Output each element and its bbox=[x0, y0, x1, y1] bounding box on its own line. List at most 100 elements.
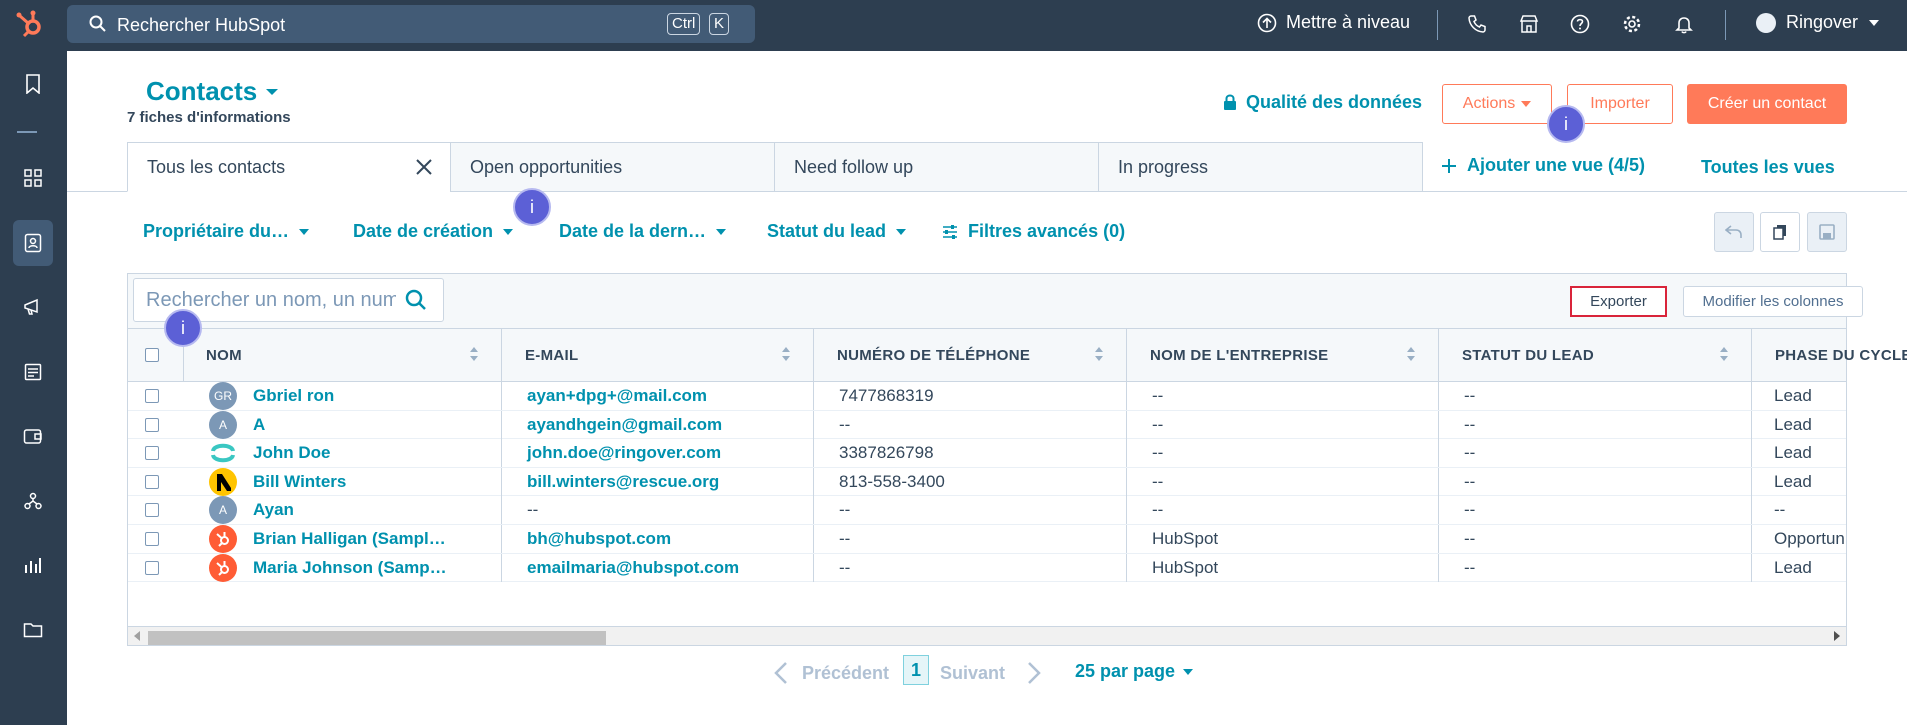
advanced-filters-button[interactable]: Filtres avancés (0) bbox=[942, 221, 1125, 242]
contact-name-link[interactable]: Bill Winters bbox=[253, 472, 346, 492]
rail-reporting[interactable] bbox=[13, 542, 53, 588]
save-view-button[interactable] bbox=[1807, 212, 1847, 252]
tab-all-contacts[interactable]: Tous les contacts bbox=[127, 142, 451, 192]
contact-name-link[interactable]: Maria Johnson (Samp… bbox=[253, 558, 447, 578]
row-checkbox[interactable] bbox=[145, 446, 159, 461]
rail-contacts[interactable] bbox=[13, 220, 53, 266]
horizontal-scrollbar[interactable] bbox=[128, 626, 1846, 645]
table-row[interactable]: A Ayan -- -- -- -- -- bbox=[128, 496, 1846, 525]
rail-bookmarks[interactable] bbox=[13, 61, 53, 107]
undo-button[interactable] bbox=[1714, 212, 1754, 252]
phase-cell: Lead bbox=[1752, 439, 1846, 467]
save-icon bbox=[1819, 224, 1835, 240]
row-checkbox[interactable] bbox=[145, 474, 159, 489]
clone-view-button[interactable] bbox=[1760, 212, 1800, 252]
search-icon[interactable] bbox=[405, 289, 427, 311]
table-row[interactable]: Bill Winters bill.winters@rescue.org 813-5… bbox=[128, 467, 1846, 497]
hubspot-logo-icon[interactable] bbox=[14, 8, 48, 42]
contact-name-link[interactable]: John Doe bbox=[253, 443, 330, 463]
scrollbar-thumb[interactable] bbox=[148, 631, 606, 645]
table-body: GR Gbriel ron ayan+dpg+@mail.com 7477868319… bbox=[128, 382, 1846, 626]
tab-open-opportunities[interactable]: Open opportunities bbox=[450, 142, 775, 192]
contact-name-link[interactable]: Brian Halligan (Sampl… bbox=[253, 529, 446, 549]
row-checkbox[interactable] bbox=[145, 560, 159, 575]
table-row[interactable]: GR Gbriel ron ayan+dpg+@mail.com 7477868319… bbox=[128, 382, 1846, 411]
row-checkbox[interactable] bbox=[145, 417, 159, 432]
column-header-name[interactable]: NOM bbox=[184, 329, 502, 381]
scroll-right-icon[interactable] bbox=[1833, 631, 1841, 641]
page-number-current[interactable]: 1 bbox=[903, 655, 929, 685]
rail-library[interactable] bbox=[13, 607, 53, 653]
row-checkbox[interactable] bbox=[145, 503, 159, 518]
column-header-lifecycle[interactable]: PHASE DU CYCLE DE VIE bbox=[1752, 329, 1907, 381]
actions-dropdown-button[interactable]: Actions bbox=[1442, 84, 1552, 124]
help-icon[interactable] bbox=[1570, 14, 1590, 34]
email-value[interactable]: bill.winters@rescue.org bbox=[527, 472, 719, 492]
settings-icon[interactable] bbox=[1622, 14, 1642, 34]
rail-commerce[interactable] bbox=[13, 413, 53, 459]
contact-name-link[interactable]: Ayan bbox=[253, 500, 294, 520]
tab-need-follow-up[interactable]: Need follow up bbox=[774, 142, 1099, 192]
table-row[interactable]: A Aayandhgein@gmail.com -- -- -- Lead bbox=[128, 410, 1846, 440]
phase-cell: -- bbox=[1752, 496, 1846, 524]
scroll-left-icon[interactable] bbox=[133, 631, 141, 641]
table-row[interactable]: Maria Johnson (Samp… emailmaria@hubspot.c… bbox=[128, 553, 1846, 583]
table-row[interactable]: Brian Halligan (Sampl… bh@hubspot.com -- Hu… bbox=[128, 525, 1846, 554]
info-badge[interactable]: i bbox=[513, 188, 551, 226]
phase-value: Lead bbox=[1774, 414, 1812, 434]
filter-created-date[interactable]: Date de création bbox=[353, 221, 514, 242]
email-cell: ayandhgein@gmail.com bbox=[502, 410, 814, 439]
tab-in-progress[interactable]: In progress bbox=[1098, 142, 1423, 192]
phone-icon[interactable] bbox=[1467, 14, 1487, 34]
email-value[interactable]: emailmaria@hubspot.com bbox=[527, 558, 739, 578]
upgrade-button[interactable]: Mettre à niveau bbox=[1257, 12, 1410, 33]
info-badge[interactable]: i bbox=[1547, 105, 1585, 143]
phone-cell: 7477868319 bbox=[814, 382, 1127, 410]
filter-owner[interactable]: Propriétaire du… bbox=[143, 221, 310, 242]
create-contact-button[interactable]: Créer un contact bbox=[1687, 84, 1847, 124]
next-page-button[interactable]: Suivant bbox=[940, 661, 1041, 685]
data-quality-link[interactable]: Qualité des données bbox=[1223, 92, 1422, 113]
rail-dashboard[interactable] bbox=[13, 155, 53, 201]
info-badge[interactable]: i bbox=[164, 309, 202, 347]
add-view-button[interactable]: Ajouter une vue (4/5) bbox=[1441, 155, 1645, 176]
select-all-checkbox[interactable] bbox=[145, 348, 159, 362]
filter-lead-status[interactable]: Statut du lead bbox=[767, 221, 907, 242]
row-checkbox[interactable] bbox=[145, 532, 159, 546]
row-select-cell bbox=[128, 496, 184, 524]
rail-content[interactable] bbox=[13, 349, 53, 395]
account-avatar bbox=[1756, 12, 1776, 33]
row-select-cell bbox=[128, 554, 184, 582]
email-value[interactable]: ayandhgein@gmail.com bbox=[527, 415, 722, 435]
email-value[interactable]: ayan+dpg+@mail.com bbox=[527, 386, 707, 406]
previous-page-button[interactable]: Précédent bbox=[774, 661, 889, 685]
close-icon[interactable] bbox=[413, 156, 435, 178]
column-header-lead-status[interactable]: STATUT DU LEAD bbox=[1439, 329, 1752, 381]
object-selector[interactable]: Contacts bbox=[146, 76, 279, 107]
export-button[interactable]: Exporter bbox=[1570, 286, 1667, 317]
all-views-link[interactable]: Toutes les vues bbox=[1701, 157, 1835, 178]
column-header-company[interactable]: NOM DE L'ENTREPRISE bbox=[1127, 329, 1439, 381]
page-size-label: 25 par page bbox=[1075, 661, 1176, 681]
global-search-bar[interactable]: Rechercher HubSpot Ctrl K bbox=[67, 5, 755, 43]
edit-columns-button[interactable]: Modifier les colonnes bbox=[1683, 286, 1863, 317]
page-size-dropdown[interactable]: 25 par page bbox=[1075, 661, 1194, 682]
contact-name-link[interactable]: Gbriel ron bbox=[253, 386, 334, 406]
email-cell: bill.winters@rescue.org bbox=[502, 467, 814, 496]
column-header-email[interactable]: E-MAIL bbox=[502, 329, 814, 381]
phase-value: Lead bbox=[1774, 471, 1812, 491]
row-checkbox[interactable] bbox=[145, 389, 159, 403]
rail-marketing[interactable] bbox=[13, 284, 53, 330]
column-header-phone[interactable]: NUMÉRO DE TÉLÉPHONE bbox=[814, 329, 1127, 381]
email-value[interactable]: bh@hubspot.com bbox=[527, 529, 671, 549]
contact-name-link[interactable]: A bbox=[253, 415, 265, 435]
account-menu[interactable]: Ringover bbox=[1756, 12, 1880, 33]
rail-automation[interactable] bbox=[13, 478, 53, 524]
lock-icon bbox=[1224, 94, 1236, 110]
notifications-icon[interactable] bbox=[1674, 14, 1694, 34]
table-row[interactable]: John Doe john.doe@ringover.com 3387826798 -… bbox=[128, 439, 1846, 468]
marketplace-icon[interactable] bbox=[1519, 14, 1539, 34]
company-value: -- bbox=[1152, 500, 1164, 520]
filter-last-activity[interactable]: Date de la dern… bbox=[559, 221, 727, 242]
email-value[interactable]: john.doe@ringover.com bbox=[527, 443, 721, 463]
